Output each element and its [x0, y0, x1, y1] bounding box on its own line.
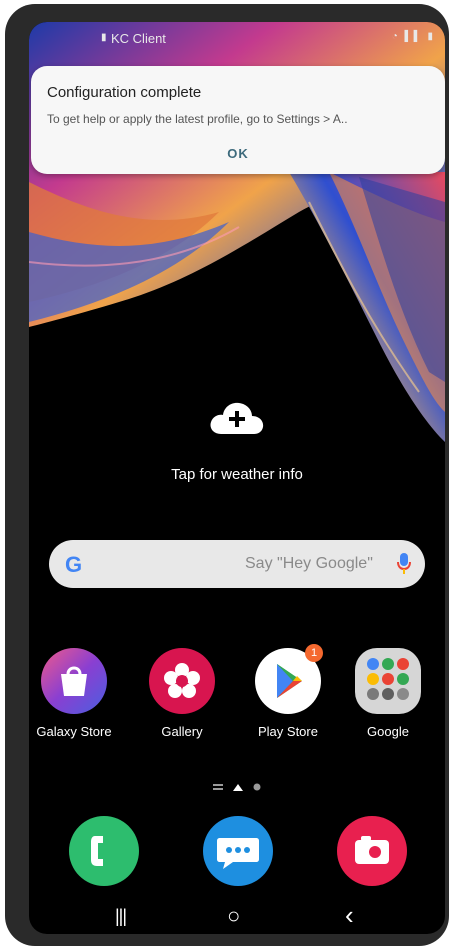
app-label: Google [367, 724, 409, 739]
phone-icon[interactable] [69, 816, 139, 886]
app-google-folder[interactable]: Google [343, 648, 433, 739]
cloud-add-icon[interactable] [209, 400, 265, 436]
app-label: Galaxy Store [36, 724, 112, 739]
gallery-icon[interactable] [149, 648, 215, 714]
page-indicator [213, 783, 261, 791]
notification-title: Configuration complete [47, 84, 202, 101]
app-gallery[interactable]: Gallery [137, 648, 227, 739]
status-bar: ▮ KC Client ◔ ▌▌ ▮ [29, 22, 445, 50]
camera-icon[interactable] [337, 816, 407, 886]
search-placeholder: Say "Hey Google" [245, 555, 373, 572]
app-label: Gallery [161, 724, 203, 739]
app-label: Play Store [258, 724, 318, 739]
weather-label[interactable]: Tap for weather info [29, 466, 445, 483]
app-galaxy-store[interactable]: Galaxy Store [29, 648, 119, 739]
lock-icon: ▮ [101, 32, 107, 43]
notification-badge: 1 [305, 644, 323, 662]
status-carrier-label: KC Client [111, 31, 166, 46]
messages-icon[interactable] [203, 816, 273, 886]
signal-icon: ▌▌ [404, 31, 423, 42]
mic-icon[interactable] [397, 553, 411, 575]
wifi-icon: ◔ [391, 31, 400, 42]
status-icons: ◔ ▌▌ ▮ [392, 31, 435, 42]
google-logo-icon: G [65, 552, 83, 577]
phone-frame: ▮ KC Client ◔ ▌▌ ▮ Configuration complet… [5, 4, 449, 946]
weather-widget[interactable]: Tap for weather info [29, 400, 445, 483]
navigation-bar: ||| ○ ‹ [29, 900, 445, 934]
google-folder-icon[interactable] [355, 648, 421, 714]
home-screen: ▮ KC Client ◔ ▌▌ ▮ Configuration complet… [29, 22, 445, 934]
home-button[interactable]: ○ [227, 903, 240, 929]
back-button[interactable]: ‹ [345, 900, 354, 931]
recents-button[interactable]: ||| [115, 906, 127, 927]
notification-ok-button[interactable]: OK [31, 146, 445, 161]
app-play-store[interactable]: 1 Play Store [243, 644, 333, 739]
battery-icon: ▮ [427, 31, 435, 42]
play-store-icon[interactable]: 1 [255, 644, 323, 714]
notification-body: To get help or apply the latest profile,… [47, 112, 348, 126]
notification-card[interactable]: Configuration complete To get help or ap… [31, 66, 445, 174]
galaxy-store-icon[interactable] [41, 648, 107, 714]
google-search-bar[interactable]: G Say "Hey Google" [49, 540, 425, 588]
